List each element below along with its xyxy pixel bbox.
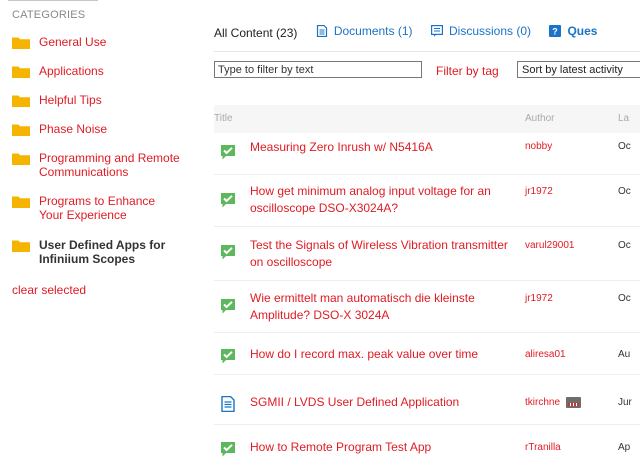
document-icon — [221, 396, 235, 412]
clear-selected-link[interactable]: clear selected — [12, 283, 86, 297]
tab-all-content[interactable]: All Content (23) — [214, 26, 297, 40]
category-general-use[interactable]: General Use — [12, 35, 106, 49]
tab-discussions[interactable]: Discussions (0) — [430, 24, 532, 38]
folder-icon — [12, 66, 30, 78]
row-title-link[interactable]: Wie ermittelt man automatisch die kleins… — [250, 290, 512, 324]
author-avatar-icon — [566, 397, 582, 408]
category-user-defined-apps[interactable]: User Defined Apps for Infiniium Scopes — [12, 238, 187, 266]
document-icon — [316, 25, 327, 37]
answered-check-icon — [221, 349, 235, 364]
row-title-link[interactable]: SGMII / LVDS User Defined Application — [250, 394, 512, 411]
answered-check-icon — [221, 193, 235, 208]
column-latest[interactable]: La — [618, 113, 629, 124]
categories-header: CATEGORIES — [12, 9, 86, 21]
category-label: Programs to Enhance Your Experience — [39, 194, 156, 222]
row-author-link[interactable]: aliresa01 — [525, 349, 566, 360]
row-author-link[interactable]: nobby — [525, 141, 552, 152]
folder-icon — [12, 37, 30, 49]
row-date: Au — [618, 349, 631, 360]
table-row: Test the Signals of Wireless Vibration t… — [214, 227, 640, 281]
filter-by-tag-link[interactable]: Filter by tag — [436, 64, 499, 78]
table-row: SGMII / LVDS User Defined Application tk… — [214, 375, 640, 425]
row-title-link[interactable]: Test the Signals of Wireless Vibration t… — [250, 237, 512, 271]
tab-label: Discussions (0) — [448, 24, 532, 38]
answered-check-icon — [221, 145, 235, 160]
category-applications[interactable]: Applications — [12, 64, 104, 78]
column-title[interactable]: Title — [214, 113, 233, 124]
discussion-icon — [430, 25, 443, 37]
question-icon: ? — [549, 25, 562, 37]
row-title-link[interactable]: Measuring Zero Inrush w/ N5416A — [250, 139, 512, 156]
answered-check-icon — [221, 299, 235, 314]
table-row: How get minimum analog input voltage for… — [214, 175, 640, 227]
category-label: Programming and Remote Communications — [39, 151, 180, 179]
tab-questions[interactable]: ? Ques — [549, 24, 597, 38]
table-row: Measuring Zero Inrush w/ N5416A nobby Oc — [214, 133, 640, 175]
tab-label: Documents (1) — [333, 24, 413, 38]
folder-icon — [12, 95, 30, 107]
row-date: Oc — [618, 293, 631, 304]
tab-documents[interactable]: Documents (1) — [316, 24, 413, 38]
row-title-link[interactable]: How get minimum analog input voltage for… — [250, 183, 512, 217]
row-date: Jur — [618, 397, 632, 408]
row-title-link[interactable]: How to Remote Program Test App — [250, 439, 512, 456]
row-author-name: tkirchne — [525, 397, 561, 408]
row-author-link[interactable]: tkirchne — [525, 397, 582, 408]
svg-text:?: ? — [553, 27, 559, 37]
row-date: Ap — [618, 442, 631, 453]
category-label: General Use — [39, 35, 107, 49]
filter-text-input[interactable] — [214, 61, 422, 78]
row-date: Oc — [618, 141, 631, 152]
sort-dropdown[interactable]: Sort by latest activity — [517, 61, 640, 78]
table-row: Wie ermittelt man automatisch die kleins… — [214, 281, 640, 333]
folder-icon — [12, 196, 30, 208]
category-phase-noise[interactable]: Phase Noise — [12, 122, 107, 136]
row-author-link[interactable]: jr1972 — [525, 293, 553, 304]
tab-label: All Content (23) — [214, 26, 298, 40]
tabs-divider — [214, 51, 640, 52]
cut-off-heading — [8, 0, 98, 1]
table-header: Title Author La — [214, 105, 640, 133]
answered-check-icon — [221, 245, 235, 260]
folder-icon — [12, 240, 30, 252]
row-date: Oc — [618, 186, 631, 197]
category-label: Applications — [39, 64, 104, 78]
content-tabs: All Content (23) Documents (1) Discussio… — [214, 24, 611, 40]
row-title-link[interactable]: How do I record max. peak value over tim… — [250, 346, 530, 363]
category-programs-enhance[interactable]: Programs to Enhance Your Experience — [12, 194, 172, 222]
table-row: How do I record max. peak value over tim… — [214, 333, 640, 375]
folder-icon — [12, 124, 30, 136]
category-programming-remote[interactable]: Programming and Remote Communications — [12, 151, 197, 179]
tab-label: Ques — [567, 24, 598, 38]
folder-icon — [12, 153, 30, 165]
row-author-link[interactable]: rTranilla — [525, 442, 561, 453]
column-author[interactable]: Author — [525, 113, 554, 124]
row-author-link[interactable]: varul29001 — [525, 240, 574, 251]
row-author-link[interactable]: jr1972 — [525, 186, 553, 197]
category-helpful-tips[interactable]: Helpful Tips — [12, 93, 102, 107]
category-label: User Defined Apps for Infiniium Scopes — [39, 238, 166, 266]
categories-sidebar: CATEGORIES General Use Applications Help… — [0, 0, 200, 467]
content-panel: All Content (23) Documents (1) Discussio… — [214, 0, 640, 467]
answered-check-icon — [221, 442, 235, 457]
table-row: How to Remote Program Test App rTranilla… — [214, 425, 640, 467]
category-label: Phase Noise — [39, 122, 108, 136]
row-date: Oc — [618, 240, 631, 251]
category-label: Helpful Tips — [39, 93, 102, 107]
